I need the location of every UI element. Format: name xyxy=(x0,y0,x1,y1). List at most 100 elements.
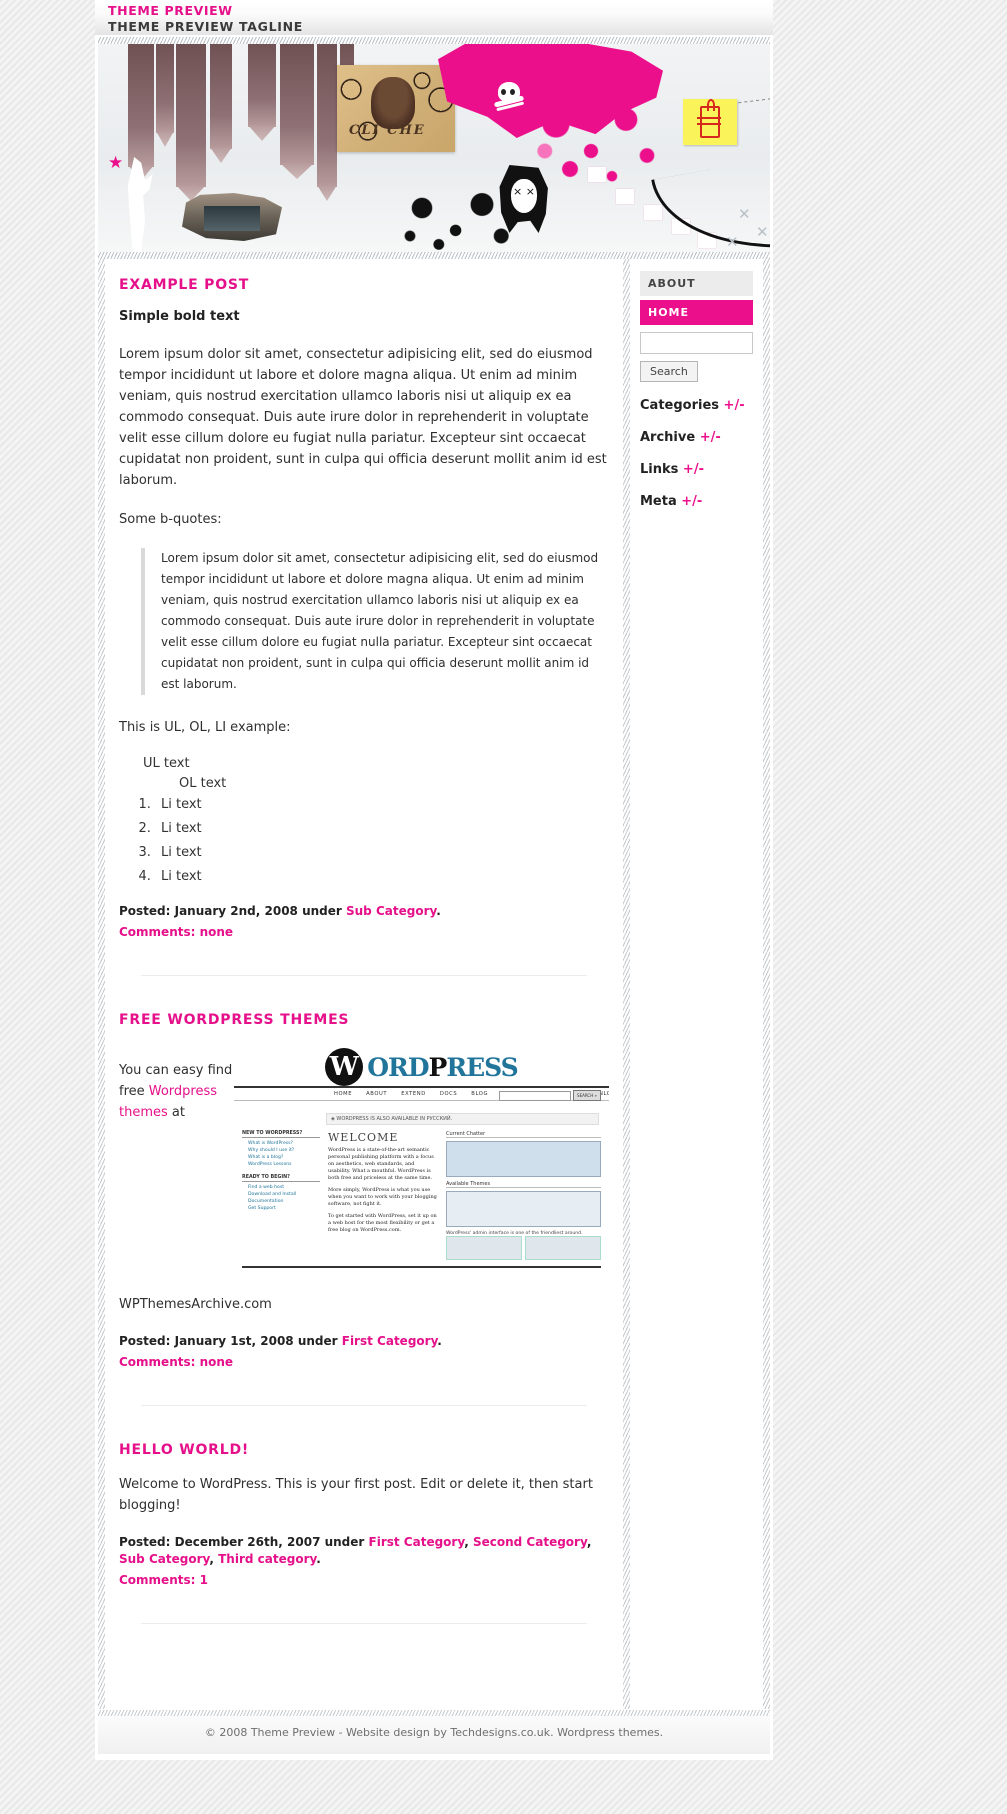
wordmark-part1: ORD xyxy=(367,1052,429,1082)
column-divider-hatch xyxy=(623,259,630,1709)
wordpress-footer-line xyxy=(242,1266,601,1268)
ul-text: UL text xyxy=(143,756,190,771)
thumbnail-row xyxy=(446,1236,601,1260)
post-comments[interactable]: Comments: none xyxy=(119,1354,609,1371)
category-link[interactable]: Second Category xyxy=(473,1535,587,1549)
post-meta: Posted: December 26th, 2007 under First … xyxy=(119,1535,592,1566)
list-item[interactable]: Download and Install xyxy=(248,1192,320,1197)
nav-item[interactable]: HOME xyxy=(334,1091,352,1097)
girl-face xyxy=(511,179,537,213)
right-hatch-border xyxy=(763,259,770,1709)
post-meta-prefix: Posted: January 1st, 2008 under xyxy=(119,1334,342,1348)
wordpress-row: You can easy find free Wordpress themes … xyxy=(119,1044,609,1284)
list-item[interactable]: WordPress Lessons xyxy=(248,1162,320,1167)
post-body: Lorem ipsum dolor sit amet, consectetur … xyxy=(119,347,607,488)
sidebar-item-meta[interactable]: Meta +/- xyxy=(640,494,753,509)
post-lead-text: You can easy find free Wordpress themes … xyxy=(119,1044,234,1284)
nav-item[interactable]: BLOG xyxy=(471,1091,488,1097)
sidebar-item-links[interactable]: Links +/- xyxy=(640,462,753,477)
list-item[interactable]: Why should I use it? xyxy=(248,1148,320,1153)
tower-icon xyxy=(280,37,314,165)
post-title[interactable]: FREE WORDPRESS THEMES xyxy=(119,1012,609,1028)
wordpress-columns: NEW TO WORDPRESS? What is WordPress? Why… xyxy=(234,1125,609,1260)
wordpress-search-button[interactable]: SEARCH » xyxy=(573,1090,601,1101)
blockquote: Lorem ipsum dolor sit amet, consectetur … xyxy=(141,548,609,695)
new-header: NEW TO WORDPRESS? xyxy=(242,1131,320,1138)
list-intro: This is UL, OL, LI example: xyxy=(119,720,291,735)
wordpress-screenshot: W ORDPRESS HOME ABOUT EXTEND DOCS BLOG F… xyxy=(234,1044,609,1284)
category-link[interactable]: First Category xyxy=(342,1334,438,1348)
category-link[interactable]: First Category xyxy=(369,1535,465,1549)
butterfly-icon xyxy=(588,167,606,182)
available-themes-header: Available Themes xyxy=(446,1181,601,1188)
nav-item[interactable]: DOCS xyxy=(440,1091,457,1097)
list-item[interactable]: Documentation xyxy=(248,1199,320,1204)
sidebar-item-archive[interactable]: Archive +/- xyxy=(640,430,753,445)
list-item[interactable]: Get Support xyxy=(248,1206,320,1211)
post-example-post: EXAMPLE POST Simple bold text Lorem ipsu… xyxy=(119,277,609,941)
toggle-icon[interactable]: +/- xyxy=(724,398,745,413)
post-title[interactable]: EXAMPLE POST xyxy=(119,277,609,293)
post-meta-prefix: Posted: December 26th, 2007 under xyxy=(119,1535,369,1549)
category-link[interactable]: Third category xyxy=(218,1552,316,1566)
nav-item[interactable]: ABOUT xyxy=(366,1091,387,1097)
nav-item[interactable]: EXTEND xyxy=(401,1091,426,1097)
post-meta: Posted: January 1st, 2008 under First Ca… xyxy=(119,1333,609,1350)
toggle-icon[interactable]: +/- xyxy=(681,494,702,509)
silhouette-figure-icon xyxy=(127,157,153,253)
x-mark-icon: ✕ xyxy=(756,223,769,241)
banner-hatch-top xyxy=(98,37,770,44)
post-comments[interactable]: Comments: none xyxy=(119,924,609,941)
post-title[interactable]: HELLO WORLD! xyxy=(119,1442,609,1458)
intro-paragraph: WordPress is a state-of-the-art semantic… xyxy=(328,1147,434,1181)
post-caption: WPThemesArchive.com xyxy=(119,1297,272,1312)
sidebar-label: Archive xyxy=(640,430,696,445)
list-item[interactable]: Find a web host xyxy=(248,1185,320,1190)
search-button[interactable]: Search xyxy=(640,361,698,382)
post-meta-prefix: Posted: January 2nd, 2008 under xyxy=(119,904,346,918)
wordmark-part2: RESS xyxy=(446,1052,518,1082)
main-column: EXAMPLE POST Simple bold text Lorem ipsu… xyxy=(105,259,623,1709)
list-item: Li text xyxy=(155,868,609,885)
sidebar-label: Links xyxy=(640,462,679,477)
search-input[interactable] xyxy=(640,332,753,354)
tower-icon xyxy=(156,37,174,133)
che-portrait-icon xyxy=(371,77,415,129)
butterfly-icon xyxy=(616,189,634,204)
girl-portrait-icon xyxy=(498,165,550,233)
footer-hatch xyxy=(98,1710,770,1716)
wordpress-search-input[interactable] xyxy=(499,1090,571,1101)
category-link[interactable]: Sub Category xyxy=(119,1552,209,1566)
current-chatter-header: Current Chatter xyxy=(446,1131,601,1138)
screenshot-thumbnail xyxy=(446,1141,601,1177)
wordpress-wordmark: ORDPRESS xyxy=(367,1052,518,1082)
list-item[interactable]: What is a blog? xyxy=(248,1155,320,1160)
screenshot-thumbnail xyxy=(446,1191,601,1227)
wordpress-center-column: WELCOME WordPress is a state-of-the-art … xyxy=(328,1131,438,1260)
site-title: THEME PREVIEW xyxy=(108,3,233,18)
sidebar-item-home[interactable]: HOME xyxy=(640,300,753,325)
footer-text: © 2008 Theme Preview - Website design by… xyxy=(204,1725,664,1739)
ready-header: READY TO BEGIN? xyxy=(242,1175,320,1182)
intro-paragraph: More simply, WordPress is what you use w… xyxy=(328,1187,437,1207)
category-link[interactable]: Sub Category xyxy=(346,904,436,918)
post-meta-suffix: . xyxy=(316,1552,321,1566)
post-free-wordpress-themes: FREE WORDPRESS THEMES You can easy find … xyxy=(119,1012,609,1371)
toggle-icon[interactable]: +/- xyxy=(683,462,704,477)
tower-icon xyxy=(176,37,206,187)
skull-icon xyxy=(498,82,520,102)
sidebar-item-about[interactable]: ABOUT xyxy=(640,271,753,296)
sidebar-item-categories[interactable]: Categories +/- xyxy=(640,398,753,413)
post-hello-world: HELLO WORLD! Welcome to WordPress. This … xyxy=(119,1442,609,1589)
content-area: EXAMPLE POST Simple bold text Lorem ipsu… xyxy=(98,259,770,1709)
list-item[interactable]: What is WordPress? xyxy=(248,1141,320,1146)
post-separator xyxy=(141,1405,587,1406)
ordered-list: Li text Li text Li text Li text xyxy=(133,796,609,885)
russian-notice: ◈ WORDPRESS IS ALSO AVAILABLE IN РУССКИЙ… xyxy=(326,1113,599,1125)
post-comments[interactable]: Comments: 1 xyxy=(119,1572,609,1589)
ready-list: Find a web host Download and Install Doc… xyxy=(242,1185,320,1211)
sidebar-label: Meta xyxy=(640,494,677,509)
site-tagline: THEME PREVIEW TAGLINE xyxy=(108,19,303,34)
toggle-icon[interactable]: +/- xyxy=(700,430,721,445)
site-container: THEME PREVIEW THEME PREVIEW TAGLINE ★ CL… xyxy=(95,0,773,1760)
